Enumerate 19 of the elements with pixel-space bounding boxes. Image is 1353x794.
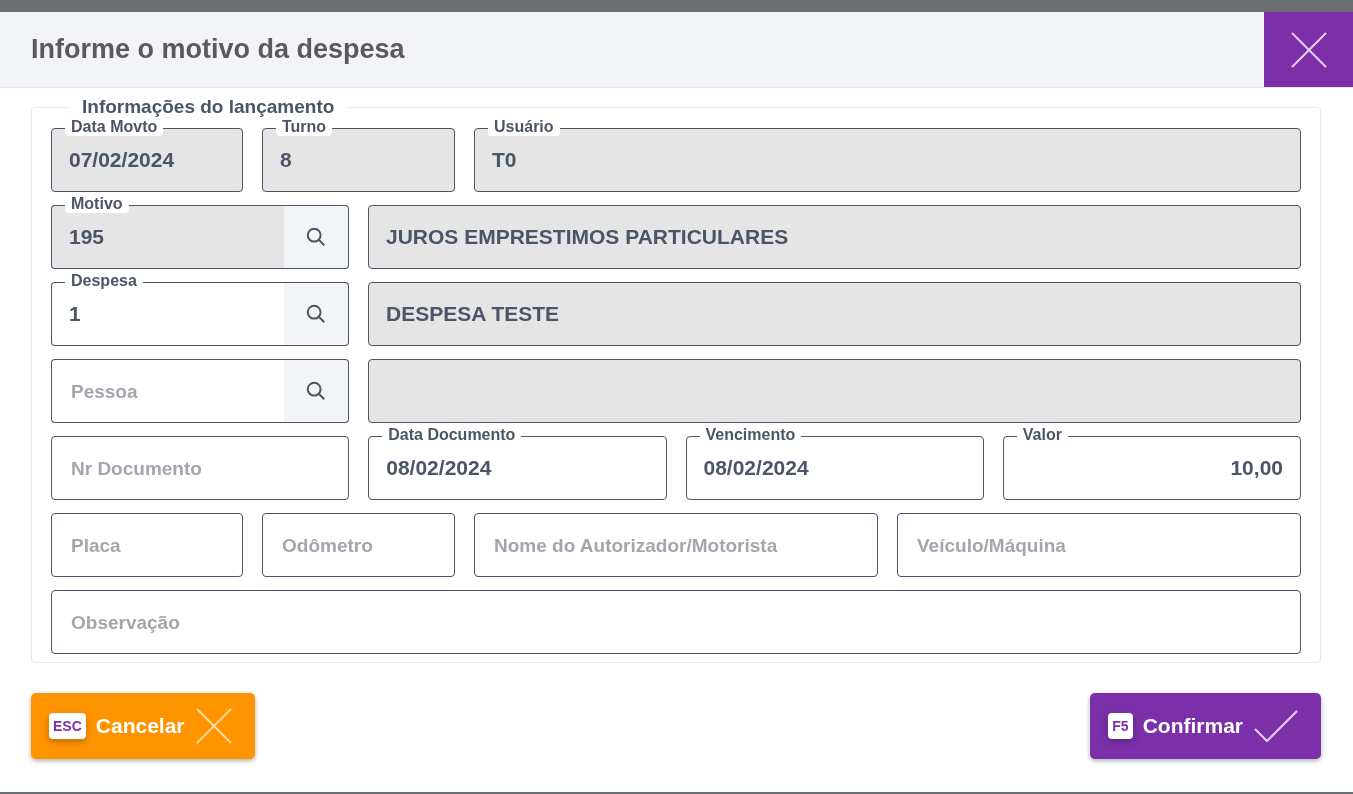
dialog-title: Informe o motivo da despesa — [31, 34, 405, 65]
shortcut-key: ESC — [49, 713, 86, 739]
close-icon — [1290, 31, 1327, 68]
check-icon — [1253, 709, 1299, 743]
field-label: Usuário — [488, 118, 560, 136]
section-legend: Informações do lançamento — [70, 96, 347, 118]
input-field[interactable]: Observação — [51, 590, 1301, 654]
input-field[interactable]: Nome do Autorizador/Motorista — [474, 513, 878, 577]
field-label: Data Movto — [65, 118, 164, 136]
close-button[interactable] — [1264, 12, 1353, 87]
input-field[interactable]: Veículo/Máquina — [897, 513, 1301, 577]
confirm-button[interactable]: F5 Confirmar — [1090, 693, 1321, 759]
shortcut-key: F5 — [1108, 713, 1133, 739]
input-field[interactable]: Placa — [51, 513, 243, 577]
input-field[interactable]: Nr Documento — [51, 436, 350, 500]
cancel-button[interactable]: ESC Cancelar — [31, 693, 255, 759]
close-icon — [194, 707, 233, 745]
field-label: Turno — [276, 118, 333, 136]
input-field[interactable]: Odômetro — [262, 513, 455, 577]
